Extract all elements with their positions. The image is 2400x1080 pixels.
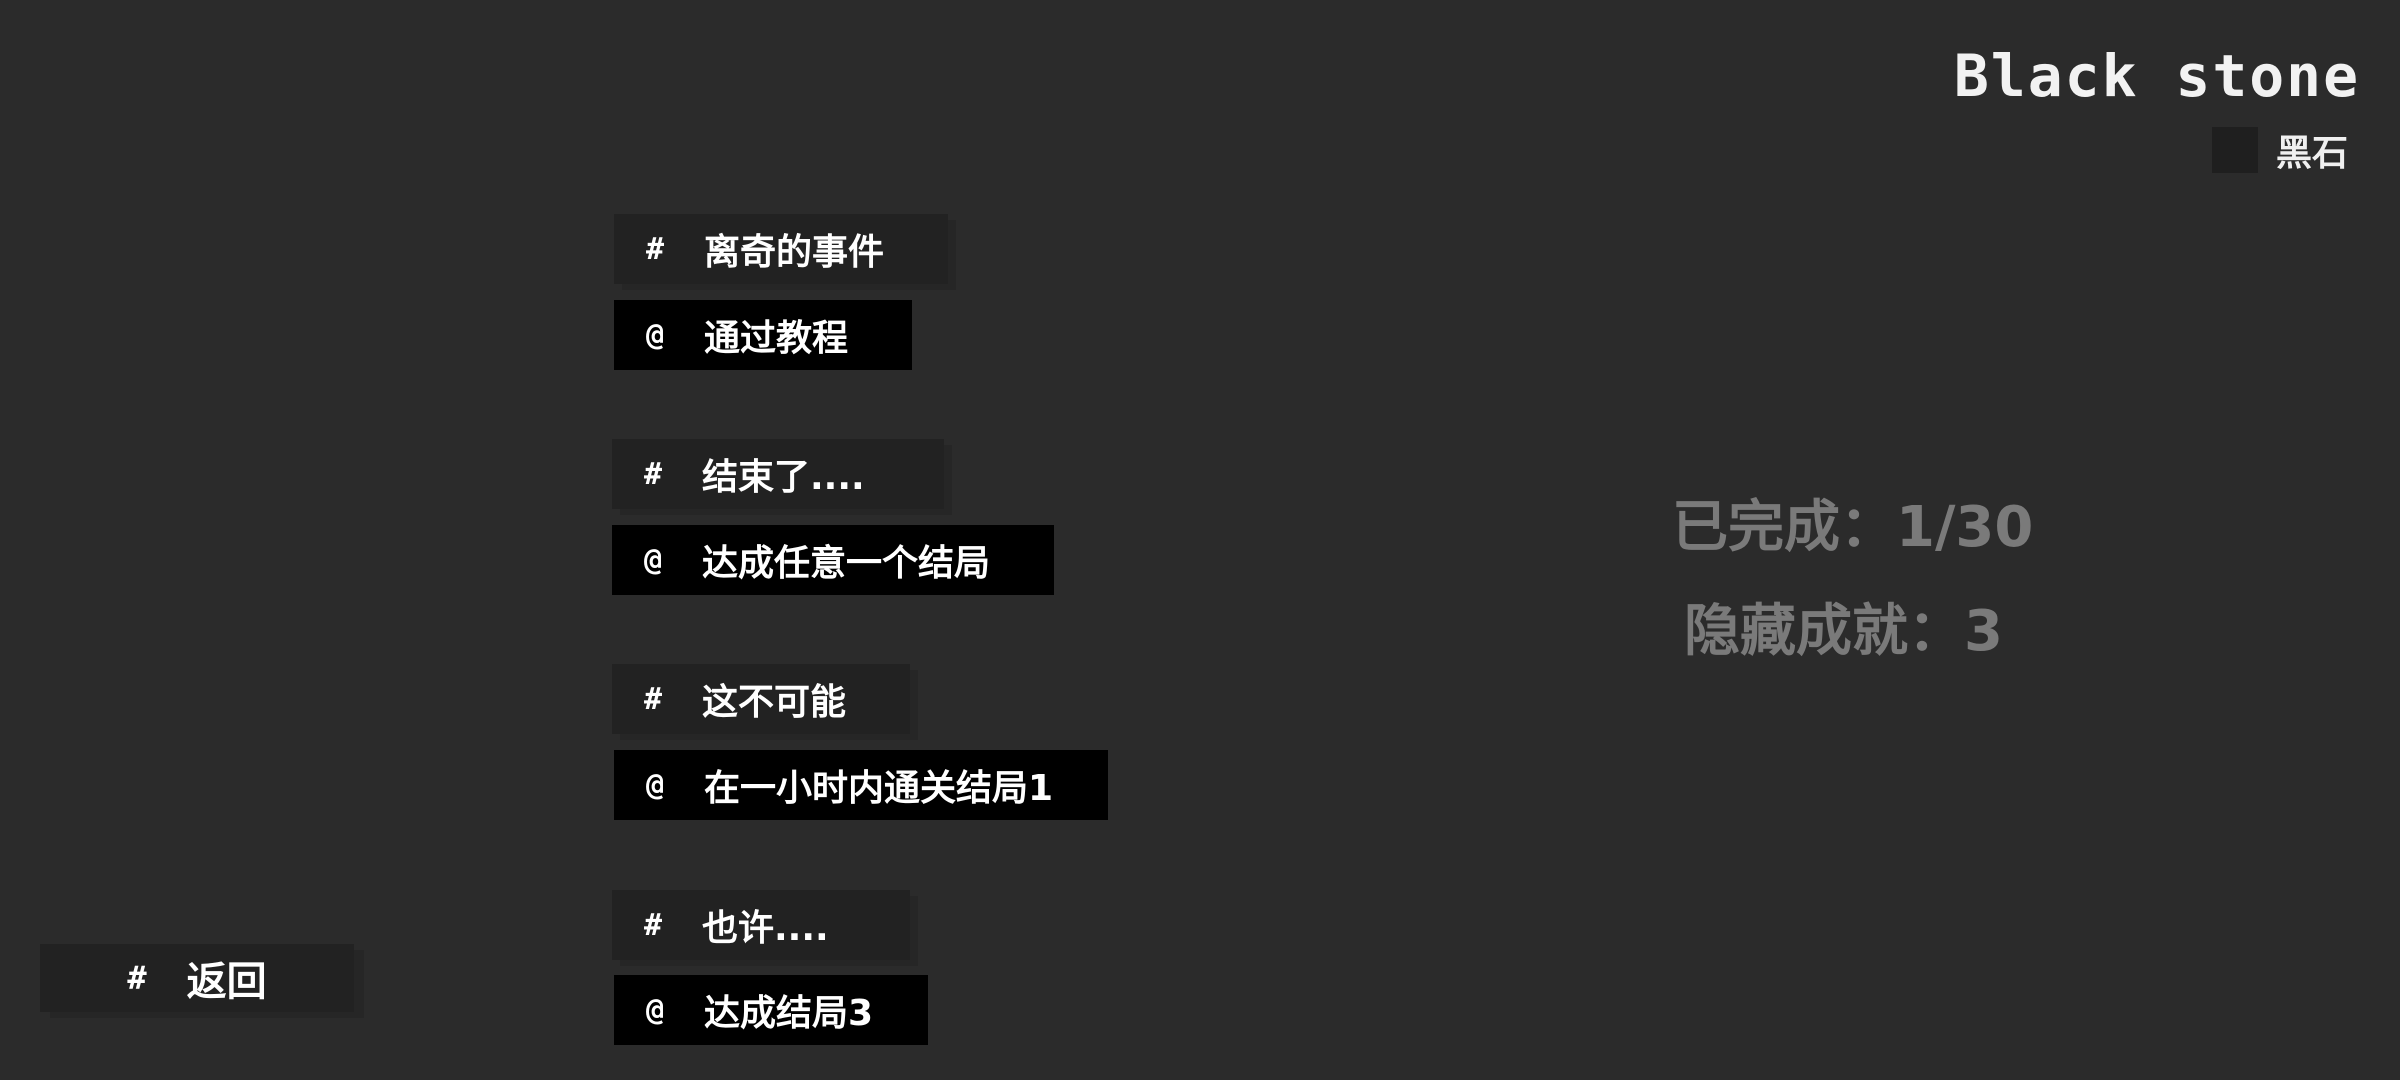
hash-icon: #: [644, 681, 663, 717]
hash-icon: #: [644, 456, 663, 492]
hidden-count: 隐藏成就：3: [1684, 598, 2003, 664]
back-button-label: 返回: [186, 959, 267, 1005]
achievement-name-1[interactable]: # 离奇的事件: [614, 214, 948, 284]
achievement-desc-2: @ 达成任意一个结局: [612, 525, 1054, 595]
achievement-desc-text: 达成任意一个结局: [702, 543, 991, 584]
achievement-name-text: 结束了....: [702, 457, 865, 498]
legend-label: 黑石: [2275, 133, 2348, 174]
at-icon: @: [646, 767, 665, 803]
achievement-desc-text: 在一小时内通关结局1: [704, 768, 1054, 809]
achievement-name-2[interactable]: # 结束了....: [612, 439, 944, 509]
achievement-name-3[interactable]: # 这不可能: [612, 664, 910, 734]
achievement-desc-3: @ 在一小时内通关结局1: [614, 750, 1108, 820]
game-title: Black stone: [1953, 42, 2360, 110]
achievement-desc-text: 通过教程: [704, 318, 849, 359]
achievement-name-text: 这不可能: [702, 682, 847, 723]
black-stone-swatch: [2211, 127, 2258, 173]
achievement-name-text: 离奇的事件: [704, 232, 885, 273]
back-button[interactable]: # 返回: [40, 944, 354, 1012]
hash-icon: #: [646, 231, 665, 267]
achievement-desc-1: @ 通过教程: [614, 300, 912, 370]
achievement-desc-text: 达成结局3: [704, 993, 874, 1034]
achievement-name-4[interactable]: # 也许....: [612, 890, 910, 960]
at-icon: @: [646, 317, 665, 353]
at-icon: @: [646, 992, 665, 1028]
achievement-desc-4: @ 达成结局3: [614, 975, 928, 1045]
achievement-name-text: 也许....: [702, 908, 829, 949]
at-icon: @: [644, 542, 663, 578]
achievement-stats: 已完成：1/30 隐藏成就：3: [1672, 470, 2033, 678]
hash-icon: #: [644, 907, 663, 943]
hash-icon: #: [127, 959, 147, 997]
completed-count: 已完成：1/30: [1672, 494, 2034, 560]
legend: 黑石: [2211, 124, 2348, 176]
